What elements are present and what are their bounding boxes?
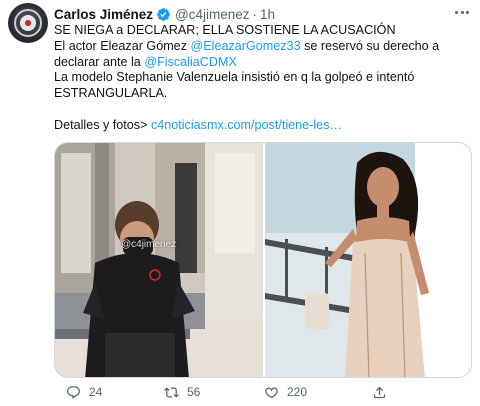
media-photo-2[interactable] — [265, 143, 471, 377]
author-name[interactable]: Carlos Jiménez — [54, 7, 153, 22]
reply-icon — [67, 385, 80, 399]
tweet-text-line: ESTRANGULARLA. — [54, 86, 474, 102]
tweet-text: SE NIEGA a DECLARAR; ELLA SOSTIENE LA AC… — [54, 23, 474, 134]
retweet-icon — [164, 386, 179, 398]
tweet-text-span: ESTRANGULARLA. — [54, 86, 168, 101]
reply-count: 24 — [89, 385, 103, 399]
timestamp[interactable]: 1h — [260, 7, 275, 22]
tweet-text-line: Detalles y fotos> c4noticiasmx.com/post/… — [54, 118, 474, 134]
like-button[interactable]: 220 — [264, 382, 307, 402]
tweet-text-span: Detalles y fotos> — [54, 117, 151, 132]
tweet-header: Carlos Jiménez @c4jimenez · 1h — [54, 5, 275, 23]
retweet-count: 56 — [187, 385, 201, 399]
tweet-text-span: SE NIEGA a DECLARAR; ELLA SOSTIENE LA AC… — [54, 23, 396, 37]
tweet-text-line: La modelo Stephanie Valenzuela insistió … — [54, 70, 474, 86]
tweet-text-span: El actor Eleazar Gómez — [54, 38, 191, 53]
media-watermark: @c4jimenez — [121, 239, 177, 250]
author-handle[interactable]: @c4jimenez — [175, 7, 249, 22]
tweet-text-line: declarar ante la @FiscaliaCDMX — [54, 55, 474, 71]
separator: · — [252, 6, 258, 22]
verified-badge-icon — [157, 7, 170, 21]
share-icon — [373, 386, 386, 398]
more-icon[interactable] — [452, 4, 472, 20]
tweet[interactable]: Carlos Jiménez @c4jimenez · 1h SE NIEGA … — [0, 0, 480, 406]
tweet-actions: 24 56 220 — [54, 382, 474, 402]
tweet-text-line: SE NIEGA a DECLARAR; ELLA SOSTIENE LA AC… — [54, 23, 474, 39]
retweet-button[interactable]: 56 — [164, 382, 200, 402]
tweet-text-span: se reservó su derecho a — [300, 38, 440, 53]
share-button[interactable] — [372, 382, 395, 402]
tweet-text-span: La modelo Stephanie Valenzuela insistió … — [54, 70, 415, 85]
tweet-media[interactable]: @c4jimenez — [54, 142, 472, 378]
avatar[interactable] — [8, 3, 48, 43]
like-count: 220 — [287, 385, 308, 399]
tweet-text-line: El actor Eleazar Gómez @EleazarGomez33 s… — [54, 39, 474, 55]
like-icon — [265, 387, 278, 398]
reply-button[interactable]: 24 — [66, 382, 102, 402]
tweet-link[interactable]: c4noticiasmx.com/post/tiene-les… — [151, 118, 342, 132]
tweet-link[interactable]: @FiscaliaCDMX — [144, 55, 237, 69]
tweet-text-line — [54, 102, 474, 118]
media-photo-1[interactable]: @c4jimenez — [55, 143, 263, 377]
tweet-link[interactable]: @EleazarGomez33 — [190, 39, 300, 53]
tweet-text-span: declarar ante la — [54, 54, 145, 69]
